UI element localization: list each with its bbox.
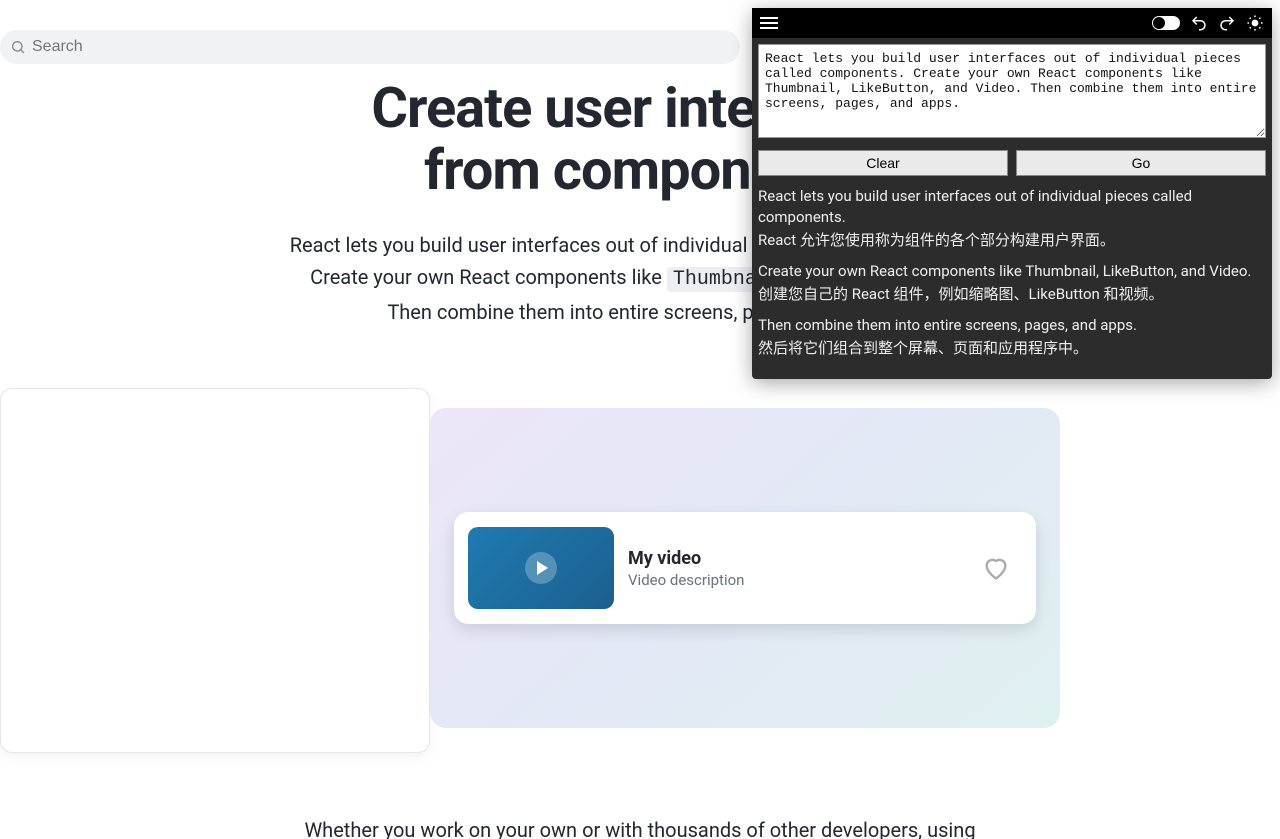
go-button[interactable]: Go xyxy=(1016,150,1266,176)
undo-icon[interactable] xyxy=(1190,14,1208,32)
heart-icon[interactable] xyxy=(982,554,1010,582)
video-description: Video description xyxy=(628,571,982,589)
search-bar[interactable] xyxy=(0,30,740,64)
translator-input[interactable] xyxy=(758,44,1266,138)
video-title: My video xyxy=(628,548,982,569)
tx-zh: React 允许您使用称为组件的各个部分构建用户界面。 xyxy=(758,230,1266,251)
search-input[interactable] xyxy=(32,38,730,56)
tx-en: React lets you build user interfaces out… xyxy=(758,186,1266,228)
play-icon xyxy=(525,552,557,584)
sun-icon[interactable] xyxy=(1246,14,1264,32)
translator-topbar xyxy=(752,8,1272,38)
tx-en: Create your own React components like Th… xyxy=(758,261,1266,282)
redo-icon[interactable] xyxy=(1218,14,1236,32)
tx-zh: 然后将它们组合到整个屏幕、页面和应用程序中。 xyxy=(758,338,1266,359)
tx-zh: 创建您自己的 React 组件，例如缩略图、LikeButton 和视频。 xyxy=(758,284,1266,305)
code-preview-row: eo }) { eo={video} /> .url}> itle}</h3> … xyxy=(0,388,1280,768)
video-card: My video Video description xyxy=(454,512,1036,624)
code-editor-pane: eo }) { eo={video} /> .url}> itle}</h3> … xyxy=(0,388,430,753)
hamburger-icon[interactable] xyxy=(760,17,778,29)
video-thumbnail[interactable] xyxy=(468,527,614,609)
search-icon xyxy=(10,39,26,55)
toggle-switch[interactable] xyxy=(1152,16,1180,30)
below-text: Whether you work on your own or with tho… xyxy=(0,818,1280,839)
tx-en: Then combine them into entire screens, p… xyxy=(758,315,1266,336)
preview-pane: My video Video description xyxy=(430,408,1060,728)
clear-button[interactable]: Clear xyxy=(758,150,1008,176)
translator-panel: Clear Go React lets you build user inter… xyxy=(752,8,1272,379)
translation-output: React lets you build user interfaces out… xyxy=(758,186,1266,359)
